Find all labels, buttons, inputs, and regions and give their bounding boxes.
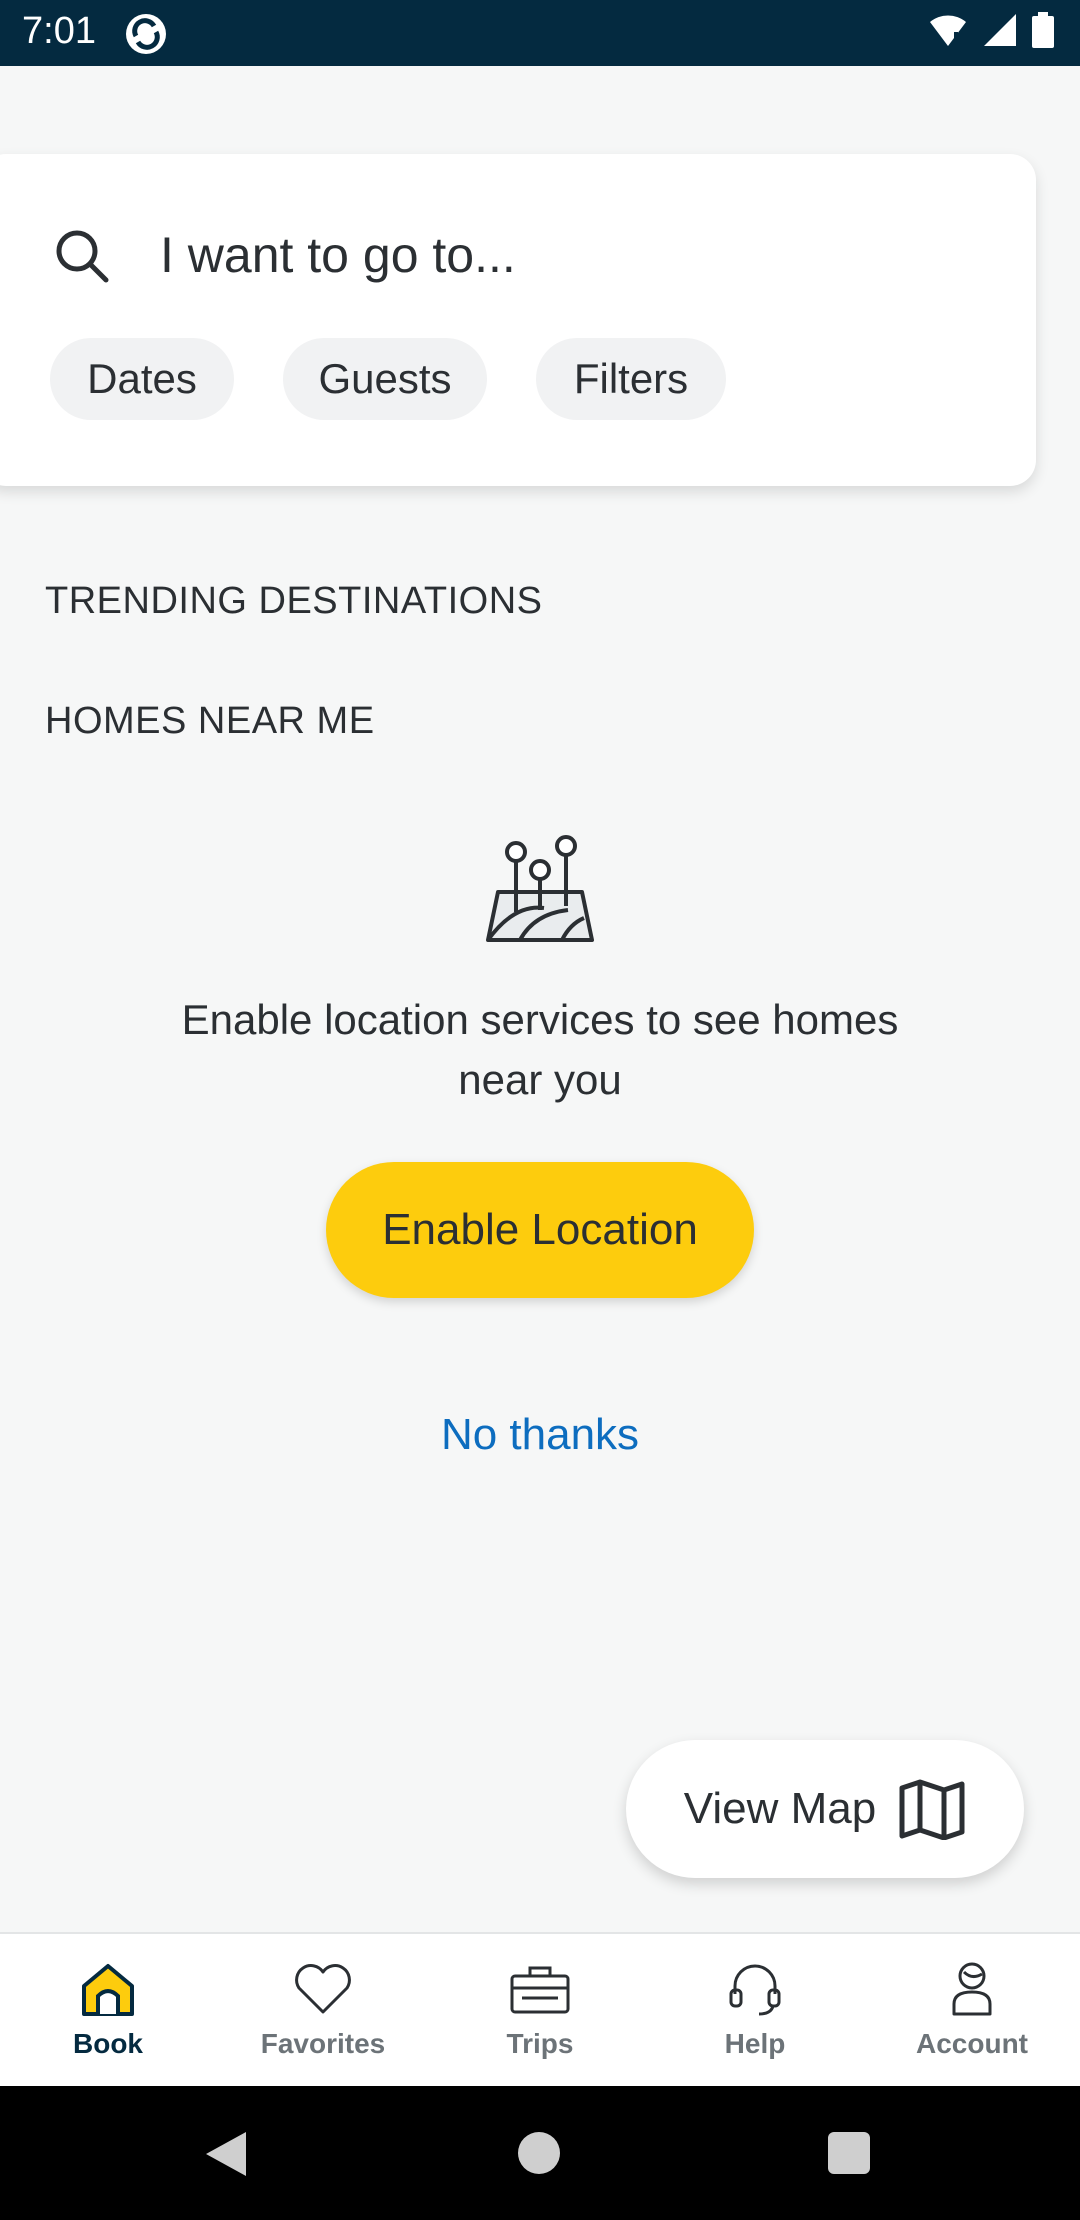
status-time: 7:01: [22, 10, 96, 52]
nav-label-favorites: Favorites: [260, 2028, 386, 2059]
search-input[interactable]: I want to go to...: [160, 226, 516, 284]
suitcase-icon: [440, 1958, 640, 2020]
back-icon[interactable]: [202, 2130, 248, 2178]
nav-item-book[interactable]: Book: [8, 1958, 208, 2060]
enable-location-button[interactable]: Enable Location: [326, 1162, 754, 1298]
dates-chip[interactable]: Dates: [50, 338, 234, 420]
view-map-button[interactable]: View Map: [626, 1740, 1024, 1878]
battery-icon: [1032, 12, 1054, 48]
filters-chip[interactable]: Filters: [536, 338, 726, 420]
guests-chip[interactable]: Guests: [283, 338, 487, 420]
heart-icon: [223, 1958, 423, 2020]
nav-item-help[interactable]: Help: [655, 1958, 855, 2060]
trending-destinations-heading: TRENDING DESTINATIONS: [45, 580, 543, 622]
bottom-nav: Book Favorites Trips Help Account: [0, 1932, 1080, 2086]
nav-label-account: Account: [916, 2028, 1028, 2059]
home-button-icon[interactable]: [518, 2132, 560, 2174]
status-bar: 7:01: [0, 0, 1080, 66]
signal-icon: [984, 14, 1016, 46]
system-nav-bar: [0, 2086, 1080, 2220]
location-prompt-message: Enable location services to see homes ne…: [181, 996, 899, 1103]
no-thanks-link[interactable]: No thanks: [340, 1410, 740, 1460]
search-icon[interactable]: [52, 226, 112, 291]
homes-near-me-heading: HOMES NEAR ME: [45, 700, 375, 742]
map-icon: [899, 1779, 965, 1840]
wifi-icon: [930, 15, 966, 46]
nav-label-book: Book: [73, 2028, 143, 2059]
nav-label-help: Help: [724, 2028, 786, 2059]
status-icons: [928, 12, 1054, 48]
nav-item-favorites[interactable]: Favorites: [223, 1958, 423, 2060]
recents-icon[interactable]: [828, 2132, 870, 2174]
home-icon: [8, 1958, 208, 2020]
search-card: I want to go to... Dates Guests Filters: [0, 154, 1036, 486]
nav-label-trips: Trips: [506, 2028, 574, 2059]
person-icon: [872, 1958, 1072, 2020]
nav-item-account[interactable]: Account: [872, 1958, 1072, 2060]
map-pins-illustration-icon: [484, 834, 596, 949]
app-notification-icon: [124, 12, 168, 61]
headset-icon: [655, 1958, 855, 2020]
view-map-label: View Map: [683, 1784, 877, 1833]
nav-item-trips[interactable]: Trips: [440, 1958, 640, 2060]
